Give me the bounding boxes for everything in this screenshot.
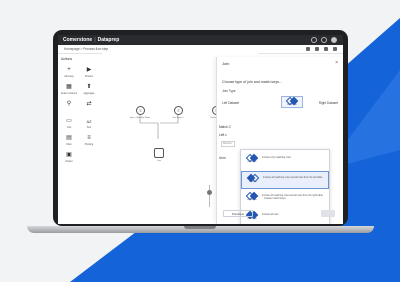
join-type-select[interactable]: Inner join	[281, 96, 303, 108]
laptop-notch	[184, 226, 216, 229]
tool-sort[interactable]: AZ Sort	[80, 118, 98, 129]
join-option-desc: Include all rows	[262, 213, 279, 216]
venn-right-icon	[245, 191, 259, 201]
brand-primary: Comerstone	[63, 37, 93, 43]
join-icon: ▭	[66, 118, 72, 124]
heart-icon[interactable]	[306, 47, 310, 51]
apply-button[interactable]	[321, 210, 335, 217]
node-label: Join	[156, 160, 161, 162]
tool-pivoting[interactable]: ≡ Pivoting	[80, 135, 98, 146]
search-icon: ⚲	[66, 101, 72, 107]
sort-icon: AZ	[86, 119, 92, 124]
actions-sidebar: Actions + Add step ▶ Product ▦ Select colum…	[58, 53, 103, 224]
previous-button[interactable]: Prev/next	[223, 210, 253, 217]
node-test-input[interactable]: ≡	[174, 106, 183, 115]
join-option-left[interactable]: Left join Include all matching rows and …	[241, 171, 329, 189]
app-screen: Comerstone | Dataprep Homepage > Process f…	[58, 35, 343, 224]
tool-join[interactable]: ▭ Join	[60, 118, 78, 129]
venn-left-icon	[246, 173, 260, 183]
tool-add-step[interactable]: + Add step	[60, 67, 78, 78]
tool-product[interactable]: ▶ Product	[80, 67, 98, 78]
actions-title: Actions	[61, 57, 73, 61]
node-join[interactable]	[154, 148, 164, 158]
node-input-monthly-sales[interactable]: ≡	[136, 106, 145, 115]
app-brand[interactable]: Comerstone | Dataprep	[63, 37, 119, 43]
settings-icon[interactable]	[324, 47, 328, 51]
tool-search[interactable]: ⚲	[60, 101, 78, 109]
settings-icon[interactable]	[321, 37, 327, 43]
tool-filter[interactable]: ▤ Filter	[60, 135, 78, 146]
avatar[interactable]	[331, 37, 337, 43]
panel-title: Join	[222, 61, 230, 66]
tool-output[interactable]: ▣ Output	[60, 152, 78, 163]
unmatched-label: Unm	[219, 156, 226, 160]
node-label: Input - Monthly Sales	[129, 117, 151, 119]
left-dataset-label: Left Dataset	[222, 101, 240, 105]
join-option-inner[interactable]: Inner join Include only matching rows	[241, 152, 329, 170]
aggregate-icon: ⬆	[86, 84, 92, 90]
tool-aggregate[interactable]: ⬆ Aggregate	[80, 84, 98, 95]
panel-question: Choose type of join and match keys...	[222, 80, 282, 84]
save-icon[interactable]	[315, 47, 319, 51]
tool-select-columns[interactable]: ▦ Select columns	[60, 84, 78, 95]
left-columns-label: Left c	[219, 133, 227, 137]
close-icon[interactable]: ×	[335, 60, 338, 66]
zoom-slider-handle[interactable]	[207, 190, 212, 195]
column-select[interactable]: Placeho	[221, 141, 235, 147]
swap-icon: ⇄	[86, 101, 92, 107]
grid-icon: ▦	[66, 84, 72, 90]
pivot-icon: ≡	[87, 135, 91, 141]
more-icon[interactable]	[333, 47, 337, 51]
match-columns-label: Match C	[219, 125, 231, 129]
play-icon: ▶	[86, 67, 92, 73]
join-type-label: Join Type	[222, 89, 236, 93]
zoom-slider-track[interactable]	[209, 185, 210, 207]
output-icon: ▣	[66, 152, 72, 158]
venn-inner-icon	[245, 153, 259, 163]
plus-icon: +	[67, 67, 71, 73]
top-bar: Comerstone | Dataprep	[58, 35, 343, 45]
breadcrumb[interactable]: Homepage > Process flow step	[64, 47, 108, 51]
join-type-dropdown: Inner join Include only matching rows Le…	[240, 149, 330, 224]
join-option-outer[interactable]: Outer join Include all rows	[241, 209, 329, 224]
join-option-desc: Include all matching rows and all rows f…	[263, 176, 323, 179]
tool-swap[interactable]: ⇄	[80, 101, 98, 109]
help-icon[interactable]	[311, 37, 317, 43]
create-match-keys-link[interactable]: Create match keys	[264, 197, 286, 200]
node-label: Test Input 1	[172, 117, 184, 119]
brand-secondary: Dataprep	[97, 37, 120, 43]
right-dataset-label: Right Dataset	[318, 101, 338, 105]
join-option-desc: Include only matching rows	[262, 156, 291, 159]
filter-icon: ▤	[66, 135, 72, 141]
venn-icon	[285, 96, 299, 106]
